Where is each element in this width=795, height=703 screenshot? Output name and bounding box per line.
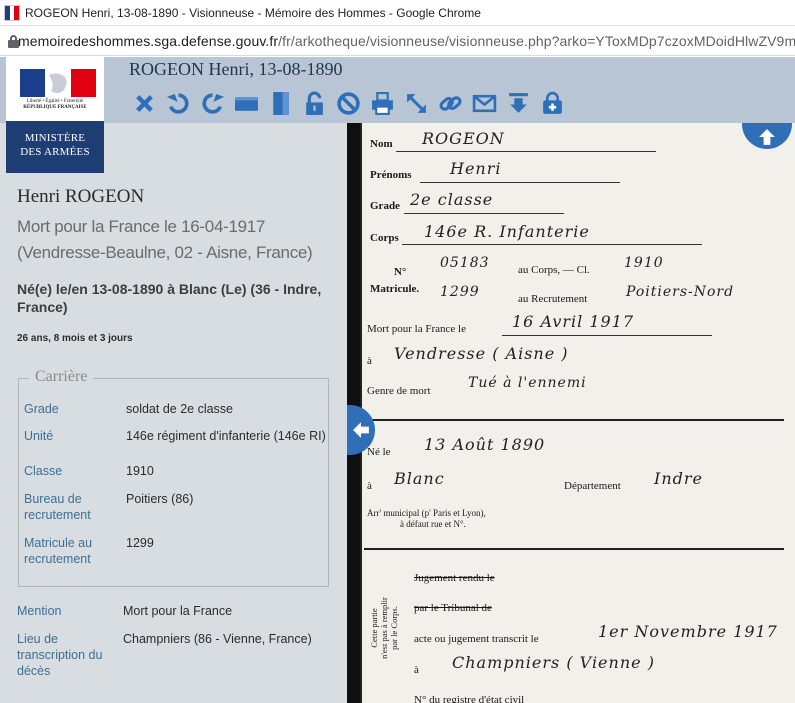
download-icon[interactable] <box>501 89 535 117</box>
unlock-icon[interactable] <box>297 89 331 117</box>
field-label: Classe <box>24 464 63 478</box>
logo-republic: RÉPUBLIQUE FRANÇAISE <box>23 105 87 110</box>
birth-info: Né(e) le/en 13-08-1890 à Blanc (Le) (36 … <box>17 281 322 315</box>
document-viewer[interactable]: Nom ROGEON Prénoms Henri Grade 2e classe… <box>347 123 795 703</box>
doc-side-note: Cette partie <box>369 608 379 648</box>
close-icon[interactable] <box>127 89 161 117</box>
arrow-up-icon <box>759 129 775 145</box>
print-icon[interactable] <box>365 89 399 117</box>
document-title: ROGEON Henri, 13-08-1890 <box>129 59 343 79</box>
url-domain: memoiredeshommes.sga.defense.gouv.fr <box>18 33 279 49</box>
death-info: Mort pour la France le 16-04-1917 (Vendr… <box>17 217 313 262</box>
doc-handwriting: 1299 <box>440 284 480 300</box>
rotate-left-icon[interactable] <box>161 89 195 117</box>
doc-handwriting: Champniers ( Vienne ) <box>452 653 655 672</box>
doc-label: Département <box>564 480 621 492</box>
doc-label: Nom <box>370 138 393 150</box>
field-label: Lieu de transcription du décès <box>17 632 103 678</box>
field-label: Grade <box>24 402 59 416</box>
doc-label: Prénoms <box>370 169 412 181</box>
ministry-logo[interactable]: Liberté • Égalité • Fraternité RÉPUBLIQU… <box>6 57 104 173</box>
doc-label: Arr' municipal (p' Paris et Lyon), <box>367 508 486 518</box>
ministry-line2: DES ARMÉES <box>20 146 90 158</box>
field-label: Matricule au recrutement <box>24 536 93 566</box>
block-icon[interactable] <box>331 89 365 117</box>
doc-label: à défaut rue et N°. <box>400 519 466 529</box>
doc-label: au Recrutement <box>518 293 588 305</box>
doc-label: à <box>414 664 419 676</box>
doc-label: N° du registre d'état civil <box>414 694 525 703</box>
doc-label: Corps <box>370 232 399 244</box>
doc-handwriting: Vendresse ( Aisne ) <box>394 344 569 363</box>
doc-label: acte ou jugement transcrit le <box>414 633 539 645</box>
doc-label: à <box>367 480 372 492</box>
doc-label: Jugement rendu le <box>414 572 495 584</box>
field-value: 1299 <box>126 536 154 550</box>
fit-height-icon[interactable] <box>263 89 297 117</box>
viewer-toolbar <box>127 89 569 117</box>
doc-handwriting: Henri <box>450 159 502 178</box>
expand-icon[interactable] <box>399 89 433 117</box>
doc-label: Matricule. <box>370 283 420 295</box>
arrow-left-icon <box>353 422 369 438</box>
doc-handwriting: Poitiers-Nord <box>626 284 735 300</box>
doc-handwriting: 1er Novembre 1917 <box>598 622 778 641</box>
browser-titlebar: ROGEON Henri, 13-08-1890 - Visionneuse -… <box>0 0 795 26</box>
email-icon[interactable] <box>467 89 501 117</box>
doc-handwriting: 2e classe <box>410 190 494 209</box>
doc-label: au Corps, — Cl. <box>518 264 590 276</box>
doc-side-note: n'est pas à remplir <box>379 597 389 659</box>
doc-label: Genre de mort <box>367 385 431 397</box>
doc-label: par le Tribunal de <box>414 602 492 614</box>
window-title: ROGEON Henri, 13-08-1890 - Visionneuse -… <box>25 5 481 20</box>
url-path: /fr/arkotheque/visionneuse/visionneuse.p… <box>278 33 795 49</box>
age-at-death: 26 ans, 8 mois et 3 jours <box>17 333 133 344</box>
favicon-icon <box>4 4 20 21</box>
field-value: Champniers (86 - Vienne, France) <box>123 632 312 646</box>
fit-width-icon[interactable] <box>229 89 263 117</box>
marianne-flag-icon <box>20 69 96 97</box>
doc-handwriting: 05183 <box>440 255 490 271</box>
doc-handwriting: 16 Avril 1917 <box>512 312 635 331</box>
doc-handwriting: Blanc <box>394 469 445 488</box>
career-legend: Carrière <box>29 368 94 386</box>
doc-handwriting: ROGEON <box>422 129 505 148</box>
person-name: Henri ROGEON <box>17 186 145 207</box>
field-value: 146e régiment d'infanterie (146e RI) <box>126 429 326 443</box>
field-label: Unité <box>24 429 54 443</box>
add-to-basket-icon[interactable] <box>535 89 569 117</box>
doc-label: Grade <box>370 200 400 212</box>
doc-handwriting: Indre <box>654 469 703 488</box>
field-label: Mention <box>17 604 62 618</box>
doc-label: à <box>367 355 372 367</box>
ministry-line1: MINISTÈRE <box>24 132 86 144</box>
field-value: 1910 <box>126 464 154 478</box>
url-text[interactable]: memoiredeshommes.sga.defense.gouv.fr/fr/… <box>18 33 795 49</box>
field-value: Poitiers (86) <box>126 492 194 506</box>
doc-side-note: par le Corps. <box>389 606 399 650</box>
field-label: Bureau de recrutement <box>24 492 91 522</box>
doc-handwriting: 146e R. Infanterie <box>424 222 590 241</box>
doc-label: N° <box>394 266 407 278</box>
address-bar[interactable]: memoiredeshommes.sga.defense.gouv.fr/fr/… <box>0 27 795 56</box>
doc-label: Né le <box>367 446 391 458</box>
doc-label: Mort pour la France le <box>367 323 466 335</box>
doc-handwriting: 1910 <box>624 255 664 271</box>
scanned-death-record[interactable]: Nom ROGEON Prénoms Henri Grade 2e classe… <box>360 123 795 703</box>
link-icon[interactable] <box>433 89 467 117</box>
doc-handwriting: 13 Août 1890 <box>424 435 546 454</box>
rotate-right-icon[interactable] <box>195 89 229 117</box>
field-value: Mort pour la France <box>123 604 233 618</box>
field-value: soldat de 2e classe <box>126 402 234 416</box>
doc-handwriting: Tué à l'ennemi <box>468 375 587 391</box>
